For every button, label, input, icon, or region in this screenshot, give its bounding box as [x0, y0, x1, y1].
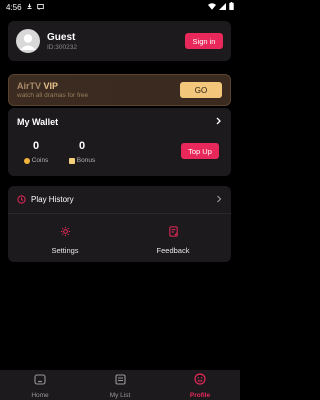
- bonus-label: Bonus: [76, 157, 96, 164]
- vip-badge: VIP: [43, 81, 59, 91]
- chevron-right-icon[interactable]: [215, 117, 222, 127]
- settings-label: Settings: [51, 246, 79, 255]
- clock-icon: [17, 191, 26, 209]
- feedback-icon: [143, 224, 203, 242]
- play-history-row[interactable]: Play History: [8, 186, 231, 214]
- wallet-title: My Wallet: [17, 117, 59, 127]
- feedback-item[interactable]: Feedback: [143, 224, 203, 255]
- settings-item[interactable]: Settings: [35, 224, 95, 255]
- coins-label: Coins: [31, 157, 49, 164]
- user-card: Guest ID:300232 Sign in: [8, 21, 231, 61]
- play-history-label: Play History: [31, 195, 74, 204]
- nav-home[interactable]: Home: [0, 370, 80, 400]
- coin-icon: [23, 157, 30, 164]
- notification-icon: [36, 3, 44, 12]
- wifi-icon: [208, 2, 216, 12]
- vip-title: AirTV VIP: [17, 81, 88, 91]
- status-time: 4:56: [6, 2, 22, 12]
- wallet-card[interactable]: My Wallet 0 Coins 0 Bonus Top Up: [8, 108, 231, 176]
- coins-value: 0: [32, 140, 40, 152]
- nav-my-list[interactable]: My List: [80, 370, 160, 400]
- avatar[interactable]: [16, 29, 40, 53]
- user-name: Guest: [47, 31, 76, 43]
- vip-banner[interactable]: AirTV VIP watch all dramas for free GO: [8, 74, 231, 106]
- vip-go-button[interactable]: GO: [180, 82, 222, 98]
- bottom-nav: Home My List Profile: [0, 370, 240, 400]
- list-icon: [114, 372, 126, 390]
- status-bar: 4:56: [0, 0, 240, 14]
- nav-profile-label: Profile: [189, 391, 211, 399]
- nav-profile[interactable]: Profile: [160, 370, 240, 400]
- vip-subtitle: watch all dramas for free: [17, 92, 89, 99]
- user-avatar-icon: [20, 34, 36, 50]
- user-id: ID:300232: [47, 43, 77, 51]
- gear-icon: [35, 224, 95, 242]
- bonus-section: 0 Bonus: [62, 140, 102, 164]
- signal-icon: [219, 2, 226, 12]
- nav-home-label: Home: [31, 391, 49, 399]
- top-up-button[interactable]: Top Up: [181, 143, 219, 159]
- profile-icon: [194, 372, 206, 390]
- feedback-label: Feedback: [156, 246, 190, 255]
- menu-card: Play History Settings Feedback: [8, 186, 231, 262]
- coins-section: 0 Coins: [16, 140, 56, 164]
- vip-brand: AirTV: [17, 81, 42, 91]
- bonus-icon: [68, 157, 75, 164]
- nav-my-list-label: My List: [109, 391, 131, 399]
- sign-in-button[interactable]: Sign in: [185, 33, 223, 49]
- home-icon: [34, 372, 46, 390]
- battery-icon: [229, 2, 234, 12]
- download-icon: [26, 3, 33, 12]
- bonus-value: 0: [78, 140, 86, 152]
- chevron-right-icon: [216, 195, 222, 205]
